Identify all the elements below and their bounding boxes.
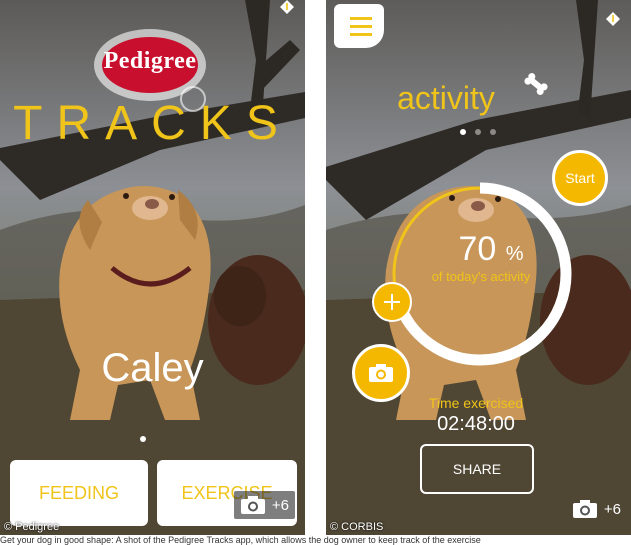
progress-caption: of today's activity — [431, 269, 531, 284]
bone-icon — [524, 73, 548, 95]
camera-icon — [240, 496, 265, 514]
progress-percent: 70 % — [431, 230, 551, 269]
carousel-dot[interactable] — [475, 129, 481, 135]
info-icon[interactable] — [280, 0, 294, 14]
percent-sign: % — [505, 243, 524, 265]
feeding-button[interactable]: FEEDING — [10, 460, 148, 526]
photo-count-label: +6 — [271, 496, 289, 514]
ring-decoration-icon — [180, 86, 206, 112]
photo-gallery-button[interactable]: +6 — [233, 491, 295, 519]
time-exercised-label: Time exercised — [428, 395, 524, 411]
section-title: activity — [397, 80, 495, 116]
menu-icon-bar — [350, 33, 372, 36]
add-activity-button[interactable] — [372, 282, 412, 322]
plus-icon — [384, 294, 400, 310]
menu-icon-bar — [350, 25, 372, 28]
photo-credit: © CORBIS — [330, 521, 384, 533]
photo-gallery-button[interactable]: +6 — [572, 499, 621, 519]
carousel-indicator — [460, 122, 505, 140]
page-indicator-dot[interactable] — [140, 436, 146, 442]
app-title: TRACKS — [13, 97, 292, 150]
carousel-dot[interactable] — [460, 129, 466, 135]
start-button[interactable]: Start — [552, 150, 608, 206]
camera-button[interactable] — [352, 344, 410, 402]
dog-name: Caley — [101, 346, 204, 390]
pedigree-wordmark: Pedigree — [103, 48, 197, 74]
time-exercised-value: 02:48:00 — [437, 413, 515, 435]
menu-button[interactable] — [334, 4, 384, 48]
progress-percent-value: 70 — [458, 230, 497, 268]
photo-count-label: +6 — [603, 500, 621, 518]
camera-icon — [369, 364, 393, 382]
share-button[interactable]: SHARE — [420, 444, 534, 494]
menu-icon — [350, 17, 372, 20]
camera-icon — [572, 500, 597, 518]
article-caption: Get your dog in good shape: A shot of th… — [0, 535, 481, 545]
photo-credit: © Pedigree — [4, 521, 60, 533]
carousel-dot[interactable] — [490, 129, 496, 135]
pedigree-home-screen: Pedigree TRACKS Caley FEEDING EXERCISE +… — [0, 0, 305, 535]
info-icon[interactable] — [606, 12, 620, 26]
activity-screen: activity Start 70 % of today's activity … — [326, 0, 631, 535]
